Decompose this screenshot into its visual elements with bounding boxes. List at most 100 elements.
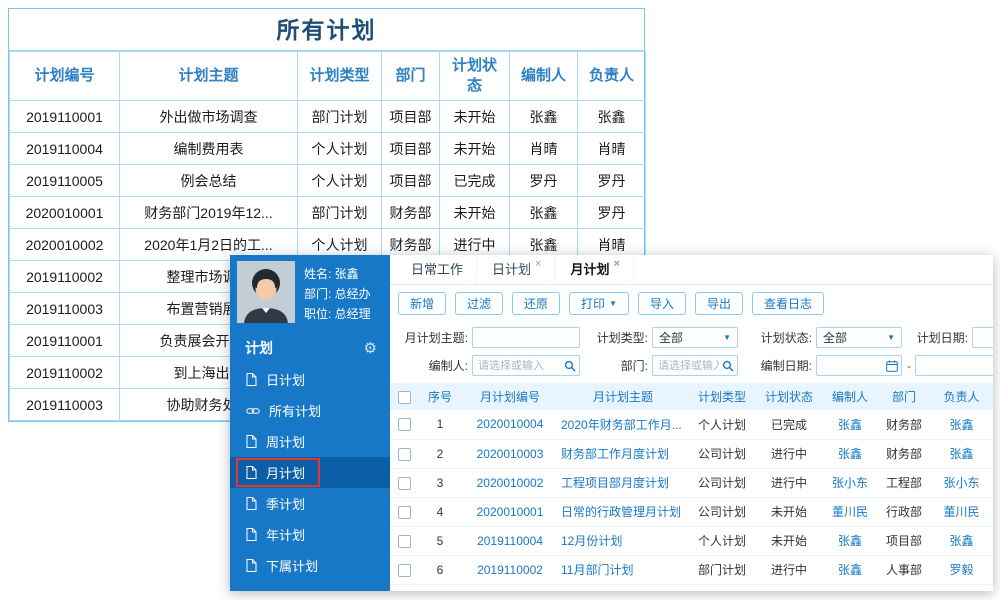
cell: 进行中 — [756, 555, 822, 585]
owner-link[interactable]: 张鑫 — [949, 534, 973, 548]
tab-daily-work[interactable]: 日常工作 — [396, 255, 478, 284]
row-checkbox[interactable] — [397, 476, 411, 490]
plan-status-select[interactable]: 全部 ▼ — [816, 327, 902, 348]
subject-filter-input[interactable] — [472, 327, 580, 348]
cell: 张鑫 — [822, 555, 878, 585]
sidebar-item-monthly-plan[interactable]: 月计划 — [230, 457, 390, 488]
plan-subject-link[interactable]: 财务部工作月度计划 — [561, 447, 669, 461]
filter-button[interactable]: 过滤 — [455, 292, 504, 315]
tab-close-icon[interactable]: × — [535, 258, 541, 284]
cell: 日常的行政管理月计划 — [558, 497, 688, 527]
sidebar-item-daily-plan[interactable]: 日计划 — [230, 364, 390, 395]
plan-id-link[interactable]: 2019110002 — [477, 563, 543, 577]
cell: 项目部 — [381, 100, 440, 133]
plan-id-link[interactable]: 2019110004 — [477, 534, 543, 548]
table-row[interactable]: 2020010001 财务部门2019年12... 部门计划 财务部 未开始 张鑫 罗丹 — [9, 196, 646, 229]
compiler-link[interactable]: 张小东 — [832, 476, 868, 490]
compiler-link[interactable]: 张鑫 — [838, 447, 862, 461]
select-value: 全部 — [659, 331, 684, 345]
sidebar-item-label: 下属计划 — [266, 559, 319, 574]
compiler-link[interactable]: 张鑫 — [838, 418, 862, 432]
cell: 1 — [418, 410, 462, 440]
column-header: 部门 — [381, 51, 440, 101]
owner-link[interactable]: 张鑫 — [949, 418, 973, 432]
sidebar-item-yearly-plan[interactable]: 年计划 — [230, 519, 390, 550]
sidebar-item-subordinate-plans[interactable]: 下属计划 — [230, 550, 390, 581]
plan-date-input[interactable] — [972, 327, 993, 348]
table-row[interactable]: 2019110001 外出做市场调查 部门计划 项目部 未开始 张鑫 张鑫 — [9, 100, 646, 133]
plan-subject-link[interactable]: 工程项目部月度计划 — [561, 476, 669, 490]
tab-monthly-plan[interactable]: 月计划 × — [555, 255, 634, 284]
plan-id-link[interactable]: 2020010002 — [477, 476, 544, 490]
compiler-link[interactable]: 张鑫 — [838, 534, 862, 548]
select-value: 全部 — [823, 331, 848, 345]
table-row: 4 2020010001 日常的行政管理月计划 公司计划 未开始 董川民 行政部… — [390, 497, 993, 527]
search-icon[interactable] — [722, 360, 734, 372]
sidebar-item-all-plans[interactable]: 所有计划 — [230, 395, 390, 426]
plan-id-link[interactable]: 2020010004 — [477, 417, 544, 431]
row-checkbox[interactable] — [397, 534, 411, 548]
sidebar-item-weekly-plan[interactable]: 周计划 — [230, 426, 390, 457]
calendar-icon[interactable] — [886, 360, 898, 372]
column-header: 部门 — [878, 383, 930, 410]
plan-type-select[interactable]: 全部 ▼ — [652, 327, 738, 348]
cell: 肖晴 — [577, 132, 646, 165]
column-header: 计划类型 — [688, 383, 756, 410]
export-button[interactable]: 导出 — [695, 292, 744, 315]
chevron-down-icon: ▼ — [887, 333, 895, 342]
subject-filter-label: 月计划主题: — [404, 331, 468, 345]
sidebar-section-header: 计划 ⚙ — [230, 328, 390, 364]
cell: 2020年财务部工作月... — [558, 410, 688, 440]
row-checkbox[interactable] — [397, 505, 411, 519]
column-header: 序号 — [418, 383, 462, 410]
sidebar-menu: 日计划 所有计划 周计划 月计划 季计划 年计划 下属计划 — [230, 364, 390, 581]
compile-date-end-input[interactable] — [915, 355, 993, 376]
add-button[interactable]: 新增 — [398, 292, 447, 315]
cell: 未开始 — [439, 196, 510, 229]
plan-subject-link[interactable]: 11月部门计划 — [561, 563, 633, 577]
restore-button[interactable]: 还原 — [512, 292, 561, 315]
column-header: 计划编号 — [9, 51, 120, 101]
column-header: 月计划编号 — [462, 383, 558, 410]
owner-link[interactable]: 张小东 — [943, 476, 979, 490]
cell: 项目部 — [381, 132, 440, 165]
cell: 12月份计划 — [558, 526, 688, 556]
tab-label: 日常工作 — [411, 262, 464, 277]
table-row[interactable]: 2019110004 编制费用表 个人计划 项目部 未开始 肖晴 肖晴 — [9, 132, 646, 165]
plan-id-link[interactable]: 2020010001 — [477, 505, 544, 519]
owner-link[interactable]: 董川民 — [943, 505, 979, 519]
cell: 财务部 — [878, 410, 930, 440]
cell: 部门计划 — [297, 100, 382, 133]
tab-daily-plan[interactable]: 日计划 × — [477, 255, 556, 284]
cell: 未开始 — [439, 132, 510, 165]
tab-label: 日计划 — [492, 262, 532, 277]
cell: 张小东 — [822, 468, 878, 498]
tab-close-icon[interactable]: × — [613, 258, 619, 284]
owner-link[interactable]: 罗毅 — [949, 563, 973, 577]
plan-subject-link[interactable]: 12月份计划 — [561, 534, 622, 548]
gear-icon[interactable]: ⚙ — [364, 339, 377, 357]
plan-subject-link[interactable]: 日常的行政管理月计划 — [561, 505, 681, 519]
cell: 2019110001 — [9, 324, 120, 357]
cell: 2 — [418, 439, 462, 469]
owner-link[interactable]: 张鑫 — [949, 447, 973, 461]
plan-subject-link[interactable]: 2020年财务部工作月... — [561, 418, 682, 432]
plan-id-link[interactable]: 2020010003 — [477, 447, 544, 461]
row-checkbox[interactable] — [397, 418, 411, 432]
print-button[interactable]: 打印 ▼ — [569, 292, 629, 315]
compiler-link[interactable]: 董川民 — [832, 505, 868, 519]
search-icon[interactable] — [564, 360, 576, 372]
table-row: 1 2020010004 2020年财务部工作月... 个人计划 已完成 张鑫 … — [390, 410, 993, 440]
row-checkbox[interactable] — [397, 447, 411, 461]
row-checkbox[interactable] — [397, 563, 411, 577]
compiler-link[interactable]: 张鑫 — [838, 563, 862, 577]
table-row: 6 2019110002 11月部门计划 部门计划 进行中 张鑫 人事部 罗毅 — [390, 555, 993, 585]
sidebar-item-quarterly-plan[interactable]: 季计划 — [230, 488, 390, 519]
view-log-button[interactable]: 查看日志 — [752, 292, 825, 315]
cell: 财务部工作月度计划 — [558, 439, 688, 469]
import-button[interactable]: 导入 — [637, 292, 686, 315]
table-row[interactable]: 2019110005 例会总结 个人计划 项目部 已完成 罗丹 罗丹 — [9, 164, 646, 197]
select-all-checkbox[interactable] — [397, 390, 411, 404]
cell: 2020010003 — [462, 439, 558, 469]
link-icon — [246, 406, 260, 416]
